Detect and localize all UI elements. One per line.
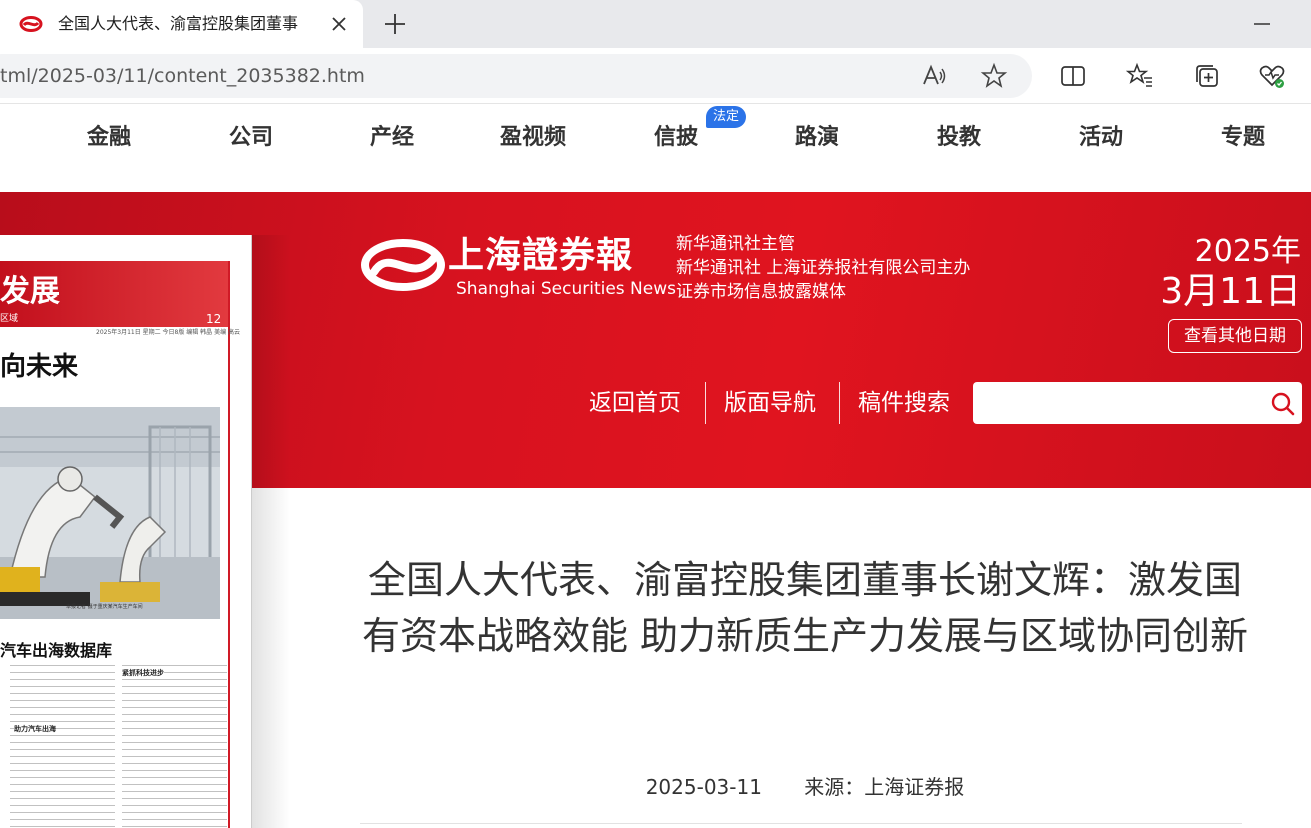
active-tab[interactable]: 全国人大代表、渝富控股集团董事 [0,0,363,48]
collections-icon[interactable] [1193,62,1221,90]
address-bar[interactable]: tml/2025-03/11/content_2035382.htm [0,54,1032,98]
other-date-button[interactable]: 查看其他日期 [1168,319,1302,353]
article-search-link[interactable]: 稿件搜索 [858,388,950,418]
column-subhead-right: 紧抓科技进步 [122,669,164,678]
page-number: 12 [206,312,222,326]
issue-date: 3月11日 [1160,271,1301,312]
split-screen-icon[interactable] [1059,62,1087,90]
browser-window: 全国人大代表、渝富控股集团董事 tml/2025-03/11/content_2… [0,0,1311,828]
nav-item-roadshow[interactable]: 路演 [795,124,839,152]
page-section-title: 发展 [0,274,60,309]
page-navigation-link[interactable]: 版面导航 [724,388,816,418]
column-subhead-left: 助力汽车出海 [14,725,56,734]
browser-toolbar: tml/2025-03/11/content_2035382.htm [0,48,1311,104]
site-favicon-icon [19,13,43,35]
nav-item-topics[interactable]: 专题 [1221,124,1265,152]
site-nav: 金融 公司 产经 盈视频 信披 法定 路演 投教 活动 专题 [0,104,1311,192]
address-text[interactable]: tml/2025-03/11/content_2035382.htm [0,65,365,87]
minimize-icon[interactable] [1248,12,1276,36]
page-region-label: 区域 [0,314,19,324]
page-headline: 向未来 [0,352,79,382]
sponsor-line: 新华通讯社 上海证券报社有限公司主办 [676,258,971,278]
article-title: 全国人大代表、渝富控股集团董事长谢文辉：激发国有资本战略效能 助力新质生产力发展… [361,558,1249,658]
factory-robot-photo [0,407,220,619]
newspaper-page-thumbnail[interactable]: 发展 区域 12 2025年3月11日 星期二 今日8版 编辑 韩晶 美编 高云… [0,235,252,828]
nav-item-finance[interactable]: 金融 [87,124,131,152]
article-divider [360,823,1242,824]
page-subhead: 汽车出海数据库 [0,641,113,660]
back-home-link[interactable]: 返回首页 [589,388,681,418]
browser-essentials-icon[interactable] [1258,62,1286,90]
read-aloud-icon[interactable] [920,62,948,90]
photo-caption: 本报记者 摄于重庆某汽车生产车间 [66,604,143,610]
plus-icon[interactable] [381,10,409,38]
nav-item-events[interactable]: 活动 [1079,124,1123,152]
nav-item-disclosure[interactable]: 信披 [654,124,698,152]
article-source: 来源：上海证券报 [804,775,965,799]
newspaper-logo-icon [361,239,445,291]
text-column-right [122,665,227,828]
media-line: 证券市场信息披露媒体 [676,282,846,302]
factory-robot-illustration [0,407,220,619]
link-divider [839,382,840,424]
link-divider [705,382,706,424]
search-input[interactable] [973,382,1302,424]
search-icon[interactable] [1270,391,1296,417]
supervisor-line: 新华通讯社主管 [676,234,795,254]
nav-item-video[interactable]: 盈视频 [500,124,566,152]
logo-chinese: 上海證券報 [448,234,634,276]
favorites-list-icon[interactable] [1126,62,1154,90]
favorite-star-icon[interactable] [980,62,1008,90]
article-meta: 2025-03-11 来源：上海证券报 [360,772,1250,802]
nav-item-investor-education[interactable]: 投教 [937,124,981,152]
nav-item-industry[interactable]: 产经 [370,124,414,152]
nav-item-company[interactable]: 公司 [229,124,273,152]
page-dateline: 2025年3月11日 星期二 今日8版 编辑 韩晶 美编 高云 [96,329,240,336]
tab-strip: 全国人大代表、渝富控股集团董事 [0,0,1311,48]
text-column-left [10,665,115,828]
tab-title: 全国人大代表、渝富控股集团董事 [58,14,299,33]
issue-year: 2025年 [1194,234,1301,269]
page-header-band: 发展 区域 12 [0,261,228,327]
logo-english: Shanghai Securities News [456,279,676,299]
newspaper-page-frame: 发展 区域 12 2025年3月11日 星期二 今日8版 编辑 韩晶 美编 高云… [0,261,240,828]
close-icon[interactable] [327,12,351,36]
nav-badge-legal: 法定 [706,106,747,128]
article-date: 2025-03-11 [645,775,762,799]
